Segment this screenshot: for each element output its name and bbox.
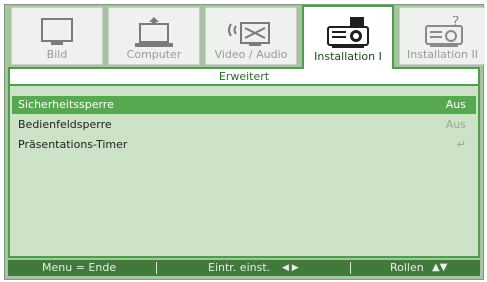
footer-enter-hint: Eintr. einst.	[208, 261, 271, 274]
left-right-arrows-icon: ◀ ▶	[282, 263, 299, 273]
tab-installation-2[interactable]: ? Installation II	[399, 7, 485, 65]
enter-icon: ↵	[456, 138, 466, 151]
tab-label: Computer	[126, 48, 182, 61]
item-label: Sicherheitssperre	[18, 98, 114, 111]
item-value: Aus	[445, 118, 466, 131]
item-label: Bedienfeldsperre	[18, 118, 112, 131]
tab-bild[interactable]: Bild	[11, 7, 103, 65]
tab-video-audio[interactable]: Video / Audio	[205, 7, 297, 65]
monitor-icon	[35, 16, 79, 52]
submenu-title: Erweitert	[8, 67, 480, 86]
footer-divider	[350, 262, 351, 274]
svg-text:?: ?	[452, 16, 459, 30]
footer-scroll-hint: Rollen	[390, 261, 424, 274]
item-value: Aus	[445, 98, 466, 111]
up-down-arrows-icon: ▲▼	[432, 262, 448, 273]
tab-label: Video / Audio	[214, 48, 288, 61]
list-item-praesentations-timer[interactable]: Präsentations-Timer ↵	[12, 136, 476, 154]
list-item-sicherheitssperre[interactable]: Sicherheitssperre Aus	[12, 96, 476, 114]
tab-installation-1[interactable]: Installation I	[302, 5, 394, 69]
tab-label: Installation I	[314, 50, 382, 63]
tab-label: Installation II	[407, 48, 478, 61]
settings-list: Sicherheitssperre Aus Bedienfeldsperre A…	[8, 86, 480, 258]
footer-divider	[156, 262, 157, 274]
tab-computer[interactable]: Computer	[108, 7, 200, 65]
list-item-bedienfeldsperre[interactable]: Bedienfeldsperre Aus	[12, 116, 476, 134]
item-label: Präsentations-Timer	[18, 138, 128, 151]
projector-icon	[322, 15, 374, 55]
footer-exit-hint: Menu = Ende	[42, 261, 117, 274]
footer-hints: Menu = Ende Eintr. einst. ◀ ▶ Rollen ▲▼	[8, 260, 480, 276]
tab-label: Bild	[46, 48, 68, 61]
